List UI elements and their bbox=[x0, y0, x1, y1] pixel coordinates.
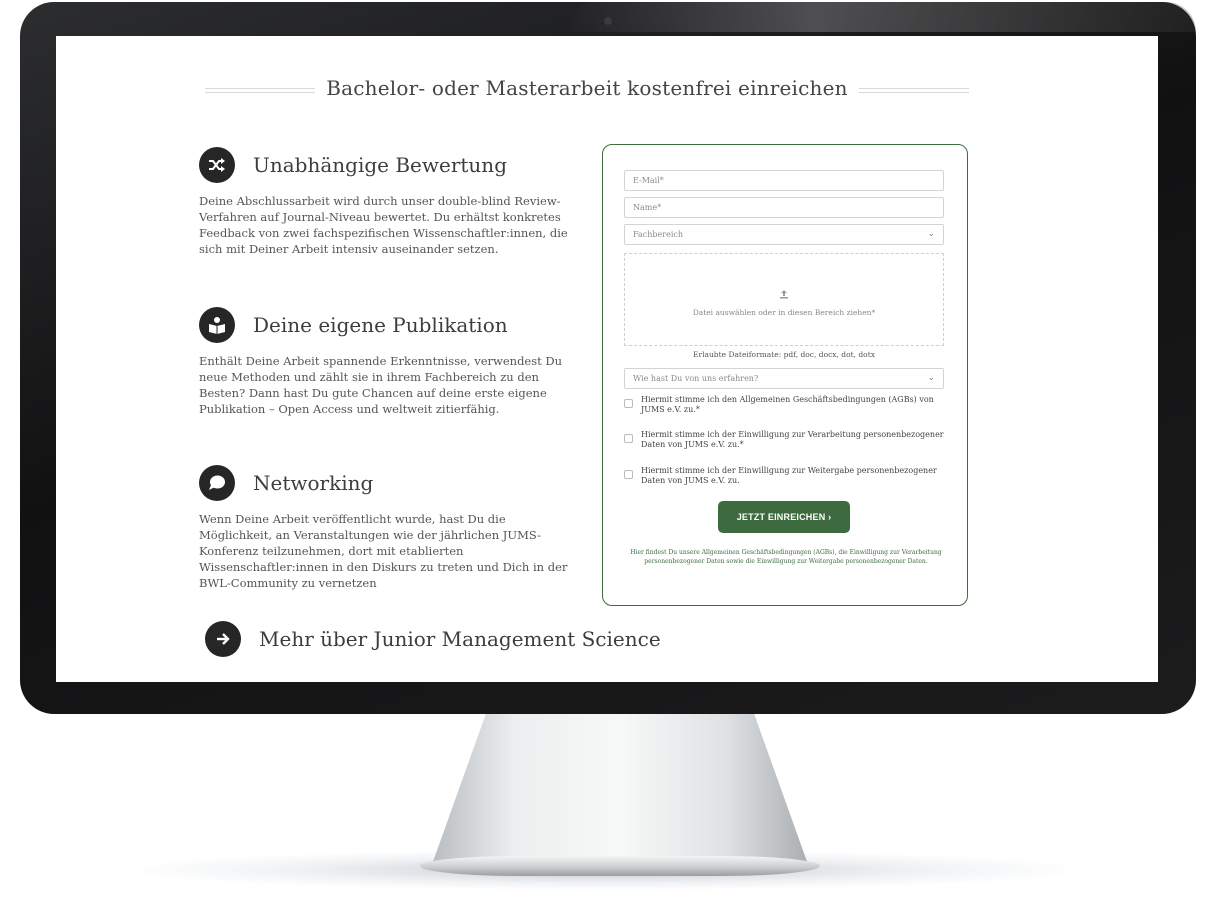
submit-button[interactable]: JETZT EINREICHEN › bbox=[718, 501, 850, 533]
more-about-link[interactable]: Mehr über Junior Management Science bbox=[205, 621, 661, 657]
feature-description: Enthält Deine Arbeit spannende Erkenntni… bbox=[199, 354, 563, 416]
fachbereich-placeholder: Fachbereich bbox=[633, 230, 684, 239]
shuffle-icon bbox=[199, 147, 235, 183]
speech-bubble-icon bbox=[199, 465, 235, 501]
upload-instructions: Datei auswählen oder in diesen Bereich z… bbox=[692, 308, 876, 317]
feature-title: Unabhängige Bewertung bbox=[253, 153, 507, 177]
monitor-base bbox=[420, 856, 820, 876]
feature-description: Wenn Deine Arbeit veröffentlicht wurde, … bbox=[199, 512, 568, 590]
page-title: Bachelor- oder Masterarbeit kostenfrei e… bbox=[326, 76, 848, 100]
referral-placeholder: Wie hast Du von uns erfahren? bbox=[633, 374, 759, 383]
feature-description: Deine Abschlussarbeit wird durch unser d… bbox=[199, 194, 568, 256]
name-placeholder: Name* bbox=[633, 203, 662, 212]
data-sharing-consent: Hiermit stimme ich der Einwilligung zur … bbox=[624, 466, 949, 486]
data-processing-consent: Hiermit stimme ich der Einwilligung zur … bbox=[624, 430, 949, 450]
more-link-label: Mehr über Junior Management Science bbox=[259, 627, 661, 651]
data-processing-checkbox[interactable] bbox=[624, 434, 633, 443]
upload-icon bbox=[779, 284, 789, 303]
file-upload-dropzone[interactable]: Datei auswählen oder in diesen Bereich z… bbox=[624, 253, 944, 346]
agb-consent: Hiermit stimme ich den Allgemeinen Gesch… bbox=[624, 395, 949, 415]
data-sharing-label: Hiermit stimme ich der Einwilligung zur … bbox=[641, 466, 937, 485]
agb-checkbox[interactable] bbox=[624, 399, 633, 408]
chevron-down-icon: ⌄ bbox=[927, 229, 935, 239]
webcam-dot bbox=[604, 17, 612, 25]
feature-title: Networking bbox=[253, 471, 374, 495]
feature-independent-review: Unabhängige Bewertung Deine Abschlussarb… bbox=[199, 146, 579, 257]
agb-label: Hiermit stimme ich den Allgemeinen Gesch… bbox=[641, 395, 934, 414]
data-sharing-checkbox[interactable] bbox=[624, 470, 633, 479]
feature-networking: Networking Wenn Deine Arbeit veröffentli… bbox=[199, 464, 579, 591]
screen: Bachelor- oder Masterarbeit kostenfrei e… bbox=[56, 36, 1158, 682]
referral-source-select[interactable]: Wie hast Du von uns erfahren? ⌄ bbox=[624, 368, 944, 389]
monitor-stand bbox=[430, 700, 810, 870]
feature-title: Deine eigene Publikation bbox=[253, 313, 508, 337]
feature-own-publication: Deine eigene Publikation Enthält Deine A… bbox=[199, 306, 579, 417]
section-header: Bachelor- oder Masterarbeit kostenfrei e… bbox=[205, 76, 969, 106]
email-placeholder: E-Mail* bbox=[633, 176, 664, 185]
email-field[interactable]: E-Mail* bbox=[624, 170, 944, 191]
monitor-gloss bbox=[560, 2, 1196, 32]
legal-links[interactable]: Hier findest Du unsere Allgemeinen Gesch… bbox=[629, 549, 943, 566]
submission-form: E-Mail* Name* Fachbereich ⌄ Datei auswäh… bbox=[602, 144, 968, 606]
allowed-formats: Erlaubte Dateiformate: pdf, doc, docx, d… bbox=[693, 350, 875, 359]
fachbereich-select[interactable]: Fachbereich ⌄ bbox=[624, 224, 944, 245]
reader-book-icon bbox=[199, 307, 235, 343]
name-field[interactable]: Name* bbox=[624, 197, 944, 218]
chevron-down-icon: ⌄ bbox=[927, 373, 935, 383]
arrow-right-icon bbox=[205, 621, 241, 657]
title-divider-right bbox=[859, 88, 969, 93]
data-processing-label: Hiermit stimme ich der Einwilligung zur … bbox=[641, 430, 944, 449]
